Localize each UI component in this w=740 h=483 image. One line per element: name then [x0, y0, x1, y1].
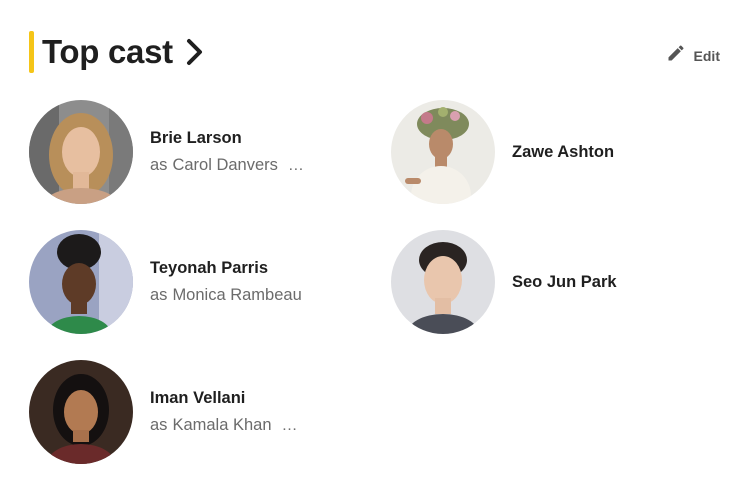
role-prefix: as: [150, 416, 168, 434]
pencil-icon: [666, 43, 686, 68]
chevron-right-icon[interactable]: [185, 37, 207, 67]
character-name: Carol Danvers: [172, 156, 278, 174]
section-title[interactable]: Top cast: [42, 33, 173, 71]
cast-member: Brie Larson as Carol Danvers …: [29, 100, 305, 204]
role-prefix: as: [150, 156, 168, 174]
cast-name[interactable]: Seo Jun Park: [512, 273, 617, 292]
accent-bar: [29, 31, 34, 73]
cast-name[interactable]: Brie Larson: [150, 129, 305, 148]
cast-member: Zawe Ashton: [391, 100, 614, 204]
section-header: Top cast: [29, 31, 207, 73]
more-roles[interactable]: …: [288, 157, 305, 175]
avatar[interactable]: [391, 230, 495, 334]
cast-name[interactable]: Teyonah Parris: [150, 259, 302, 278]
avatar[interactable]: [391, 100, 495, 204]
cast-role: as Kamala Khan …: [150, 416, 299, 435]
cast-member: Teyonah Parris as Monica Rambeau: [29, 230, 302, 334]
role-prefix: as: [150, 286, 168, 304]
more-roles[interactable]: …: [282, 417, 299, 435]
avatar[interactable]: [29, 360, 133, 464]
character-name: Monica Rambeau: [172, 286, 302, 304]
cast-member: Iman Vellani as Kamala Khan …: [29, 360, 299, 464]
avatar[interactable]: [29, 100, 133, 204]
cast-name[interactable]: Zawe Ashton: [512, 143, 614, 162]
avatar[interactable]: [29, 230, 133, 334]
cast-name[interactable]: Iman Vellani: [150, 389, 299, 408]
edit-label: Edit: [693, 47, 720, 64]
character-name: Kamala Khan: [172, 416, 272, 434]
edit-button[interactable]: Edit: [666, 43, 720, 68]
cast-member: Seo Jun Park: [391, 230, 617, 334]
cast-role: as Monica Rambeau: [150, 286, 302, 305]
cast-role: as Carol Danvers …: [150, 156, 305, 175]
